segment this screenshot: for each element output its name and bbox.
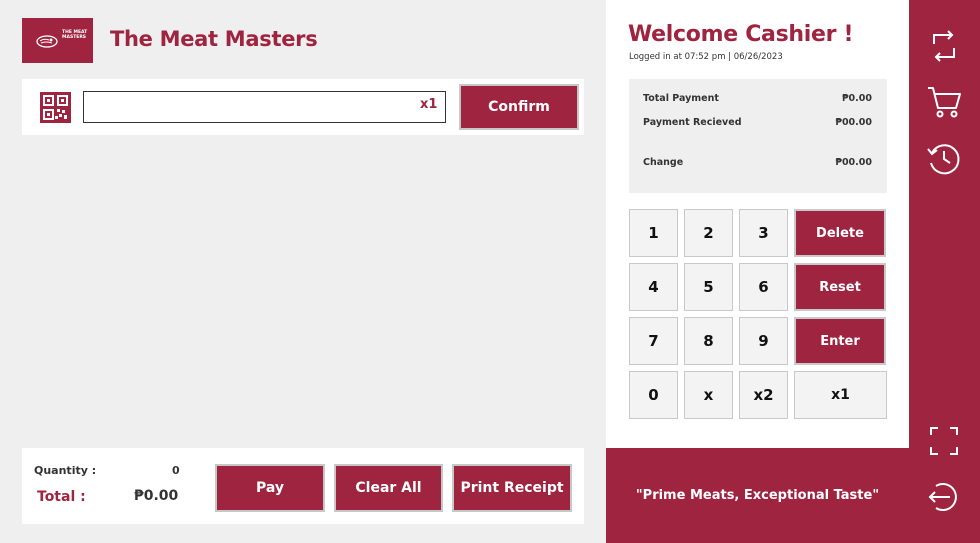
key-2[interactable]: 2 (684, 209, 733, 257)
key-x[interactable]: x (684, 371, 733, 419)
enter-button[interactable]: Enter (794, 317, 886, 365)
key-3[interactable]: 3 (739, 209, 788, 257)
key-7[interactable]: 7 (629, 317, 678, 365)
delete-button[interactable]: Delete (794, 209, 886, 257)
steak-icon (36, 35, 58, 48)
key-8[interactable]: 8 (684, 317, 733, 365)
brand-title: The Meat Masters (110, 27, 318, 51)
key-0[interactable]: 0 (629, 371, 678, 419)
login-info: Logged in at 07:52 pm | 06/26/2023 (629, 52, 783, 62)
quantity-label: Quantity : (34, 464, 97, 477)
key-1[interactable]: 1 (629, 209, 678, 257)
qr-code-icon[interactable] (40, 92, 71, 123)
welcome-title: Welcome Cashier ! (628, 22, 854, 47)
swap-icon[interactable] (926, 28, 962, 64)
cart-icon[interactable] (926, 84, 962, 120)
total-payment-value: ₱0.00 (841, 93, 872, 104)
payment-received-label: Payment Recieved (643, 117, 742, 128)
change-value: ₱00.00 (835, 157, 872, 168)
logo-text: THE MEAT MASTERS (62, 30, 88, 40)
pay-button[interactable]: Pay (215, 464, 325, 512)
confirm-button[interactable]: Confirm (459, 84, 579, 130)
reset-button[interactable]: Reset (794, 263, 886, 311)
fullscreen-icon[interactable] (926, 423, 962, 459)
history-icon[interactable] (926, 141, 962, 177)
key-6[interactable]: 6 (739, 263, 788, 311)
sidebar (909, 0, 980, 543)
slogan-text: "Prime Meats, Exceptional Taste" (635, 488, 880, 503)
barcode-input[interactable] (83, 91, 446, 123)
logout-icon[interactable] (926, 479, 962, 515)
key-x2[interactable]: x2 (739, 371, 788, 419)
payment-received-value: ₱00.00 (835, 117, 872, 128)
key-x1[interactable]: x1 (794, 371, 887, 419)
print-receipt-button[interactable]: Print Receipt (452, 464, 572, 512)
change-label: Change (643, 157, 684, 168)
clear-all-button[interactable]: Clear All (334, 464, 443, 512)
logo: THE MEAT MASTERS (22, 18, 93, 63)
key-4[interactable]: 4 (629, 263, 678, 311)
scan-multiplier: x1 (420, 97, 438, 112)
key-9[interactable]: 9 (739, 317, 788, 365)
total-value: ₱0.00 (134, 488, 179, 504)
total-payment-label: Total Payment (643, 93, 719, 104)
quantity-value: 0 (172, 464, 180, 477)
key-5[interactable]: 5 (684, 263, 733, 311)
total-label: Total : (37, 489, 86, 505)
